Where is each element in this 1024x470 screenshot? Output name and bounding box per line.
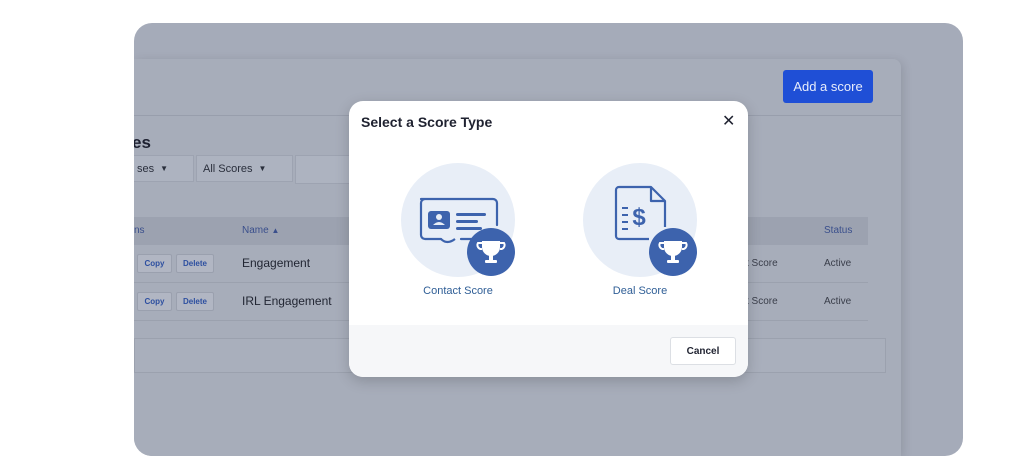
- deal-score-label: Deal Score: [612, 285, 668, 297]
- filter-dropdown-1[interactable]: ses ▼: [134, 155, 194, 182]
- search-input[interactable]: [295, 155, 355, 184]
- score-name[interactable]: Engagement: [242, 256, 310, 270]
- close-icon[interactable]: ✕: [722, 111, 735, 131]
- modal-footer: Cancel: [349, 325, 748, 377]
- caret-down-icon: ▼: [258, 164, 267, 173]
- score-type-modal: Select a Score Type ✕ Contact Score $ De…: [349, 101, 748, 377]
- delete-button[interactable]: Delete: [176, 292, 214, 311]
- copy-button[interactable]: Copy: [137, 254, 172, 273]
- page-title: es: [134, 133, 151, 152]
- modal-title: Select a Score Type: [361, 114, 493, 130]
- column-status: Status: [824, 225, 853, 236]
- column-actions: ns: [134, 225, 145, 236]
- cancel-button[interactable]: Cancel: [670, 337, 736, 365]
- caret-down-icon: ▼: [160, 164, 169, 173]
- svg-text:$: $: [632, 204, 646, 231]
- add-score-button[interactable]: Add a score: [783, 70, 873, 103]
- column-name[interactable]: Name ▲: [242, 225, 279, 236]
- score-name[interactable]: IRL Engagement: [242, 294, 332, 308]
- status-text: Active: [824, 296, 852, 307]
- contact-score-option[interactable]: Contact Score: [401, 163, 515, 297]
- score-type: t Score: [746, 296, 778, 307]
- delete-button[interactable]: Delete: [176, 254, 214, 273]
- filter-dropdown-1-label: ses: [137, 162, 155, 175]
- deal-score-option[interactable]: $ Deal Score: [583, 163, 697, 297]
- invoice-trophy-icon: $: [583, 163, 697, 277]
- filter-dropdown-all-scores-label: All Scores: [203, 162, 253, 175]
- score-type: t Score: [746, 258, 778, 269]
- contact-score-label: Contact Score: [423, 285, 493, 297]
- filter-dropdown-all-scores[interactable]: All Scores ▼: [196, 155, 293, 182]
- sort-up-icon: ▲: [271, 226, 280, 235]
- contact-card-trophy-icon: [401, 163, 515, 277]
- copy-button[interactable]: Copy: [137, 292, 172, 311]
- status-text: Active: [824, 258, 852, 269]
- column-name-label: Name: [242, 225, 269, 236]
